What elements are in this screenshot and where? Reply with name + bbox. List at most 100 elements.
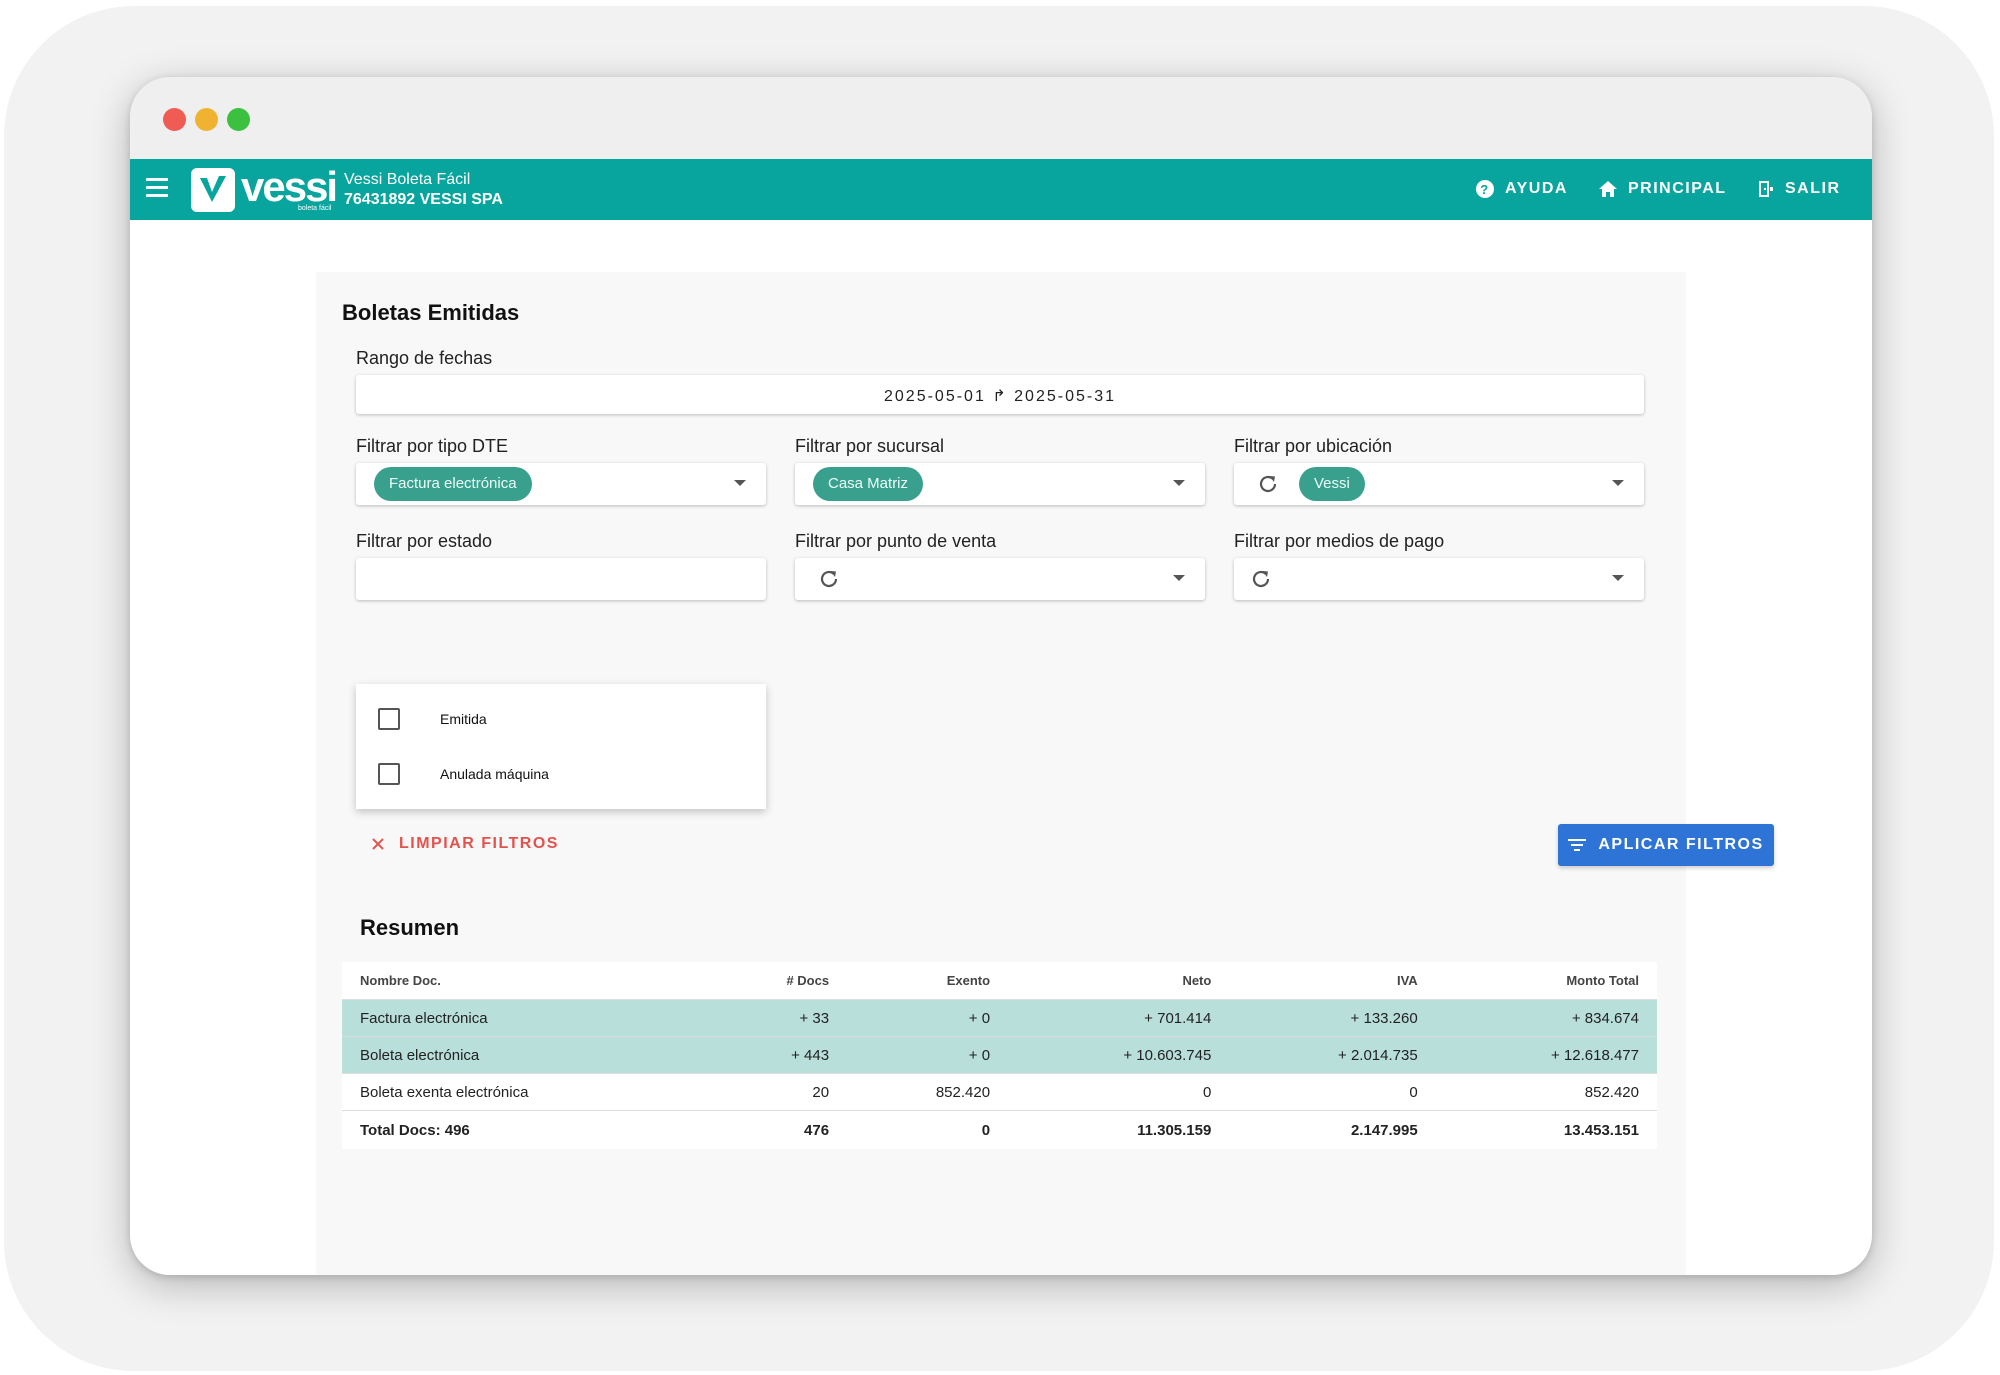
- nav-help[interactable]: ? AYUDA: [1475, 179, 1568, 199]
- table-cell: + 133.260: [1229, 999, 1436, 1037]
- checkbox[interactable]: [378, 708, 400, 730]
- filter-icon: [1568, 839, 1587, 851]
- dte-type-label: Filtrar por tipo DTE: [356, 436, 509, 456]
- status-dropdown-menu: Emitida Anulada máquina: [356, 684, 766, 809]
- content-panel: Boletas Emitidas Rango de fechas 2025-05…: [316, 272, 1774, 1275]
- location-label: Filtrar por ubicación: [1234, 436, 1393, 456]
- table-cell: Total Docs: 496: [360, 1121, 470, 1139]
- checkbox[interactable]: [378, 763, 400, 785]
- status-select[interactable]: [356, 558, 766, 600]
- apply-filters-button[interactable]: APLICAR FILTROS: [1558, 824, 1774, 866]
- caret-down-icon[interactable]: [1173, 480, 1185, 486]
- table-cell: + 0: [847, 999, 1009, 1037]
- column-header: Nombre Doc.: [342, 962, 707, 1000]
- window-titlebar: [130, 77, 1872, 159]
- home-icon: [1599, 181, 1617, 197]
- svg-text:?: ?: [1480, 182, 1489, 197]
- logo-subtext: boleta fácil: [298, 205, 332, 212]
- maximize-window-button[interactable]: [227, 108, 250, 131]
- table-total-row: Total Docs: 496 476 0 11.305.159 2.147.9…: [342, 1111, 1657, 1150]
- refresh-icon[interactable]: [817, 567, 841, 591]
- caret-down-icon[interactable]: [1173, 575, 1185, 581]
- date-range-value: 2025-05-01 ↱ 2025-05-31: [884, 388, 1116, 405]
- branch-select[interactable]: Casa Matriz: [795, 463, 1205, 505]
- table-cell: + 2.014.735: [1229, 1036, 1436, 1074]
- table-cell: + 0: [847, 1036, 1009, 1074]
- status-option-label: Anulada máquina: [440, 766, 549, 782]
- table-row[interactable]: Boleta electrónica + 443 + 0 + 10.603.74…: [342, 1036, 1657, 1074]
- dte-type-select[interactable]: Factura electrónica: [356, 463, 766, 505]
- table-cell: 2.147.995: [1350, 1121, 1418, 1139]
- column-header: Neto: [1008, 962, 1230, 1000]
- table-cell: 476: [804, 1121, 830, 1139]
- table-cell: 20: [706, 1073, 848, 1111]
- table-cell: Boleta exenta electrónica: [342, 1073, 707, 1111]
- column-header: IVA: [1229, 962, 1436, 1000]
- company-name: 76431892 VESSI SPA: [344, 191, 503, 208]
- table-row[interactable]: Boleta exenta electrónica 20 852.420 0 0…: [342, 1073, 1657, 1111]
- nav-home-label: PRINCIPAL: [1628, 180, 1727, 197]
- location-select[interactable]: Vessi: [1234, 463, 1644, 505]
- column-header: Exento: [847, 962, 1009, 1000]
- pos-label: Filtrar por punto de venta: [795, 531, 997, 551]
- logo-v-icon: [200, 176, 226, 202]
- clear-filters-label: LIMPIAR FILTROS: [399, 835, 559, 852]
- close-window-button[interactable]: [163, 108, 186, 131]
- payment-select[interactable]: [1234, 558, 1644, 600]
- close-icon: [372, 838, 384, 850]
- summary-title: Resumen: [360, 915, 460, 940]
- browser-window: vessi boleta fácil Vessi Boleta Fácil 76…: [130, 77, 1872, 1275]
- table-cell: + 834.674: [1435, 999, 1657, 1037]
- table-cell: 852.420: [1435, 1073, 1657, 1111]
- summary-table: Nombre Doc. # Docs Exento Neto IVA Monto…: [342, 962, 1657, 1149]
- clear-filters-button[interactable]: LIMPIAR FILTROS: [371, 835, 559, 853]
- table-cell: 0: [1229, 1073, 1436, 1111]
- help-circle-icon: ?: [1476, 180, 1494, 198]
- table-cell: 13.453.151: [1563, 1121, 1639, 1139]
- branch-chip[interactable]: Casa Matriz: [813, 467, 924, 501]
- table-cell: + 33: [706, 999, 848, 1037]
- status-option-anulada[interactable]: Anulada máquina: [378, 759, 549, 789]
- status-option-label: Emitida: [440, 711, 487, 727]
- nav-logout[interactable]: SALIR: [1755, 179, 1841, 199]
- date-range-input[interactable]: 2025-05-01 ↱ 2025-05-31: [356, 375, 1644, 414]
- table-cell: Factura electrónica: [342, 999, 707, 1037]
- payment-label: Filtrar por medios de pago: [1234, 531, 1445, 551]
- refresh-icon[interactable]: [1249, 567, 1273, 591]
- pos-select[interactable]: [795, 558, 1205, 600]
- date-range-label: Rango de fechas: [356, 348, 493, 368]
- caret-down-icon[interactable]: [734, 480, 746, 486]
- app-bar: vessi boleta fácil Vessi Boleta Fácil 76…: [130, 159, 1872, 220]
- minimize-window-button[interactable]: [195, 108, 218, 131]
- table-cell: + 701.414: [1008, 999, 1230, 1037]
- nav-help-label: AYUDA: [1505, 180, 1568, 197]
- caret-down-icon[interactable]: [1612, 575, 1624, 581]
- column-header: # Docs: [706, 962, 848, 1000]
- table-cell: 0: [1008, 1073, 1230, 1111]
- branch-label: Filtrar por sucursal: [795, 436, 945, 456]
- table-cell: 0: [981, 1121, 991, 1139]
- table-cell: Boleta electrónica: [342, 1036, 707, 1074]
- status-option-emitida[interactable]: Emitida: [378, 704, 487, 734]
- refresh-icon[interactable]: [1256, 472, 1280, 496]
- column-header: Monto Total: [1435, 962, 1657, 1000]
- nav-logout-label: SALIR: [1785, 180, 1841, 197]
- status-label: Filtrar por estado: [356, 531, 493, 551]
- caret-down-icon[interactable]: [1612, 480, 1624, 486]
- logo-wordmark: vessi: [241, 163, 338, 210]
- dte-type-chip[interactable]: Factura electrónica: [374, 467, 532, 501]
- apply-filters-label: APLICAR FILTROS: [1598, 836, 1764, 853]
- nav-home[interactable]: PRINCIPAL: [1598, 179, 1727, 199]
- table-cell: 11.305.159: [1137, 1121, 1212, 1139]
- table-cell: 852.420: [847, 1073, 1009, 1111]
- exit-door-icon: [1759, 181, 1773, 197]
- logo-badge: [191, 168, 235, 212]
- page-title: Boletas Emitidas: [342, 300, 520, 325]
- table-cell: + 12.618.477: [1435, 1036, 1657, 1074]
- app-name: Vessi Boleta Fácil: [344, 171, 471, 188]
- table-row[interactable]: Factura electrónica + 33 + 0 + 701.414 +…: [342, 999, 1657, 1037]
- table-cell: + 443: [706, 1036, 848, 1074]
- hamburger-icon[interactable]: [146, 178, 168, 198]
- location-chip[interactable]: Vessi: [1299, 467, 1365, 501]
- table-cell: + 10.603.745: [1008, 1036, 1230, 1074]
